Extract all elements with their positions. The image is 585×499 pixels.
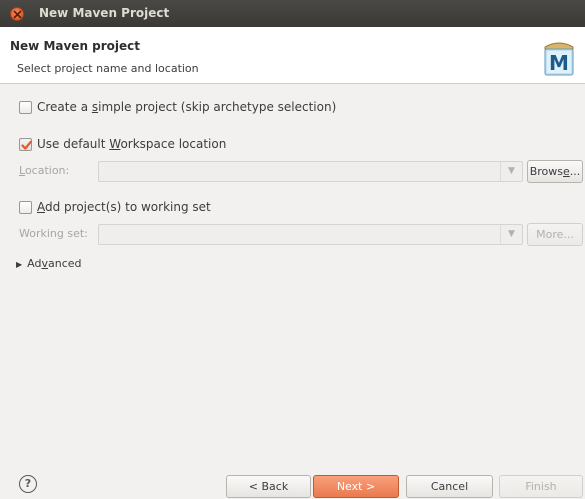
window-title: New Maven Project — [39, 6, 170, 20]
next-button[interactable]: Next > — [313, 475, 399, 498]
working-set-checkbox-label: Add project(s) to working set — [37, 200, 211, 214]
chevron-down-icon: ▼ — [500, 162, 522, 181]
close-window-button[interactable] — [10, 7, 24, 21]
help-icon[interactable]: ? — [19, 475, 37, 493]
default-workspace-label: Use default Workspace location — [37, 137, 227, 151]
more-button[interactable]: More... — [527, 223, 583, 246]
working-set-label: Working set: — [19, 227, 88, 240]
svg-text:M: M — [549, 51, 569, 75]
advanced-expander[interactable]: ▶ Advanced — [16, 257, 82, 270]
maven-m-icon: M — [544, 42, 574, 76]
working-set-combo[interactable]: ▼ — [98, 224, 523, 245]
expand-triangle-icon: ▶ — [16, 260, 23, 269]
simple-project-label: Create a simple project (skip archetype … — [37, 100, 337, 114]
location-label: Location: — [19, 164, 70, 177]
back-button[interactable]: < Back — [226, 475, 311, 498]
checkmark-icon — [21, 140, 32, 150]
cancel-button[interactable]: Cancel — [406, 475, 493, 498]
location-combo[interactable]: ▼ — [98, 161, 523, 182]
close-icon — [13, 10, 22, 19]
window-titlebar: New Maven Project — [0, 0, 585, 27]
simple-project-checkbox[interactable] — [19, 101, 32, 114]
working-set-checkbox[interactable] — [19, 201, 32, 214]
chevron-down-icon: ▼ — [500, 225, 522, 244]
wizard-header: New Maven project Select project name an… — [0, 27, 585, 84]
page-title: New Maven project — [10, 39, 141, 53]
finish-button[interactable]: Finish — [499, 475, 583, 498]
browse-button[interactable]: Browse... — [527, 160, 583, 183]
page-description: Select project name and location — [17, 62, 199, 75]
default-workspace-checkbox[interactable] — [19, 138, 32, 151]
